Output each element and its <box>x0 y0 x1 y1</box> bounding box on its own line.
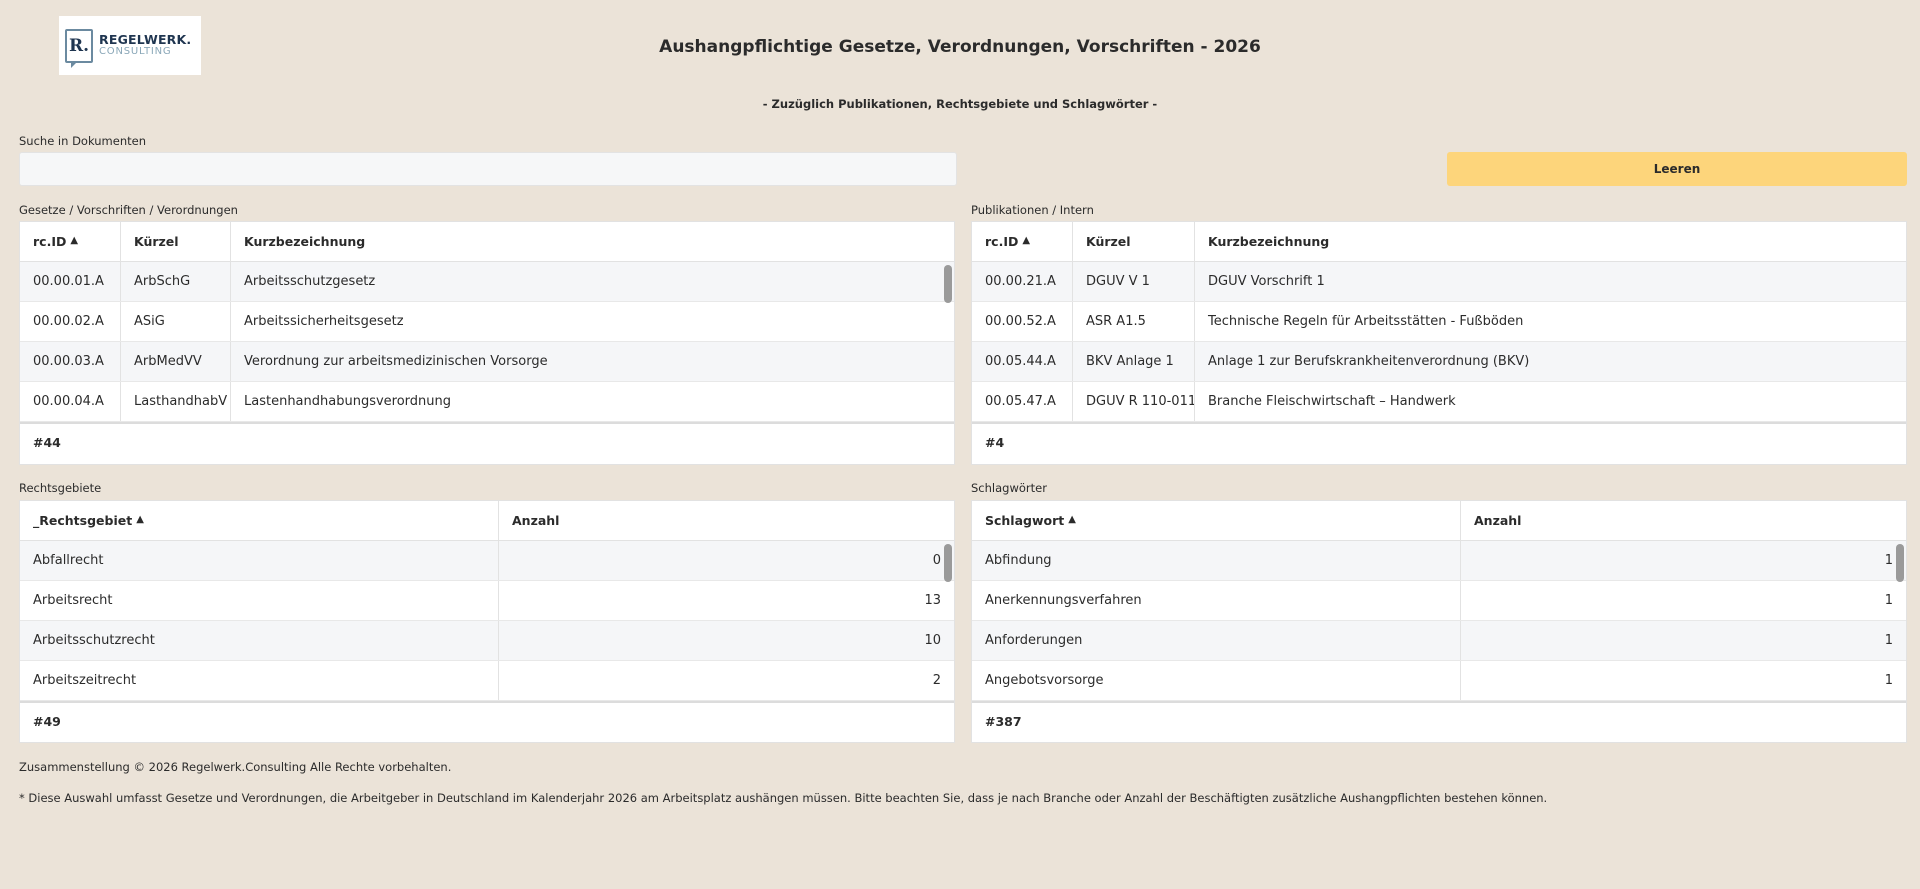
publications-col-name[interactable]: Kurzbezeichnung <box>1195 222 1906 261</box>
areas-header-row: _Rechtsgebiet ▲ Anzahl <box>20 501 954 541</box>
cell-short: ArbSchG <box>121 262 231 301</box>
cell-short: ASR A1.5 <box>1073 302 1195 341</box>
table-row[interactable]: 00.00.04.A LasthandhabV Lastenhandhabung… <box>20 382 954 422</box>
cell-name: Anlage 1 zur Berufskrankheitenverordnung… <box>1208 354 1530 369</box>
keywords-label: Schlagwörter <box>971 481 1047 495</box>
laws-grid: rc.ID ▲ Kürzel Kurzbezeichnung 00.00.01.A… <box>19 221 955 465</box>
cell-short: DGUV V 1 <box>1073 262 1195 301</box>
sort-ascending-icon: ▲ <box>1022 235 1031 246</box>
cell-keyword: Anerkennungsverfahren <box>972 581 1461 620</box>
areas-count: #49 <box>20 701 954 740</box>
page-subtitle: - Zuzüglich Publikationen, Rechtsgebiete… <box>762 97 1158 111</box>
areas-scrollbar[interactable] <box>944 544 952 582</box>
cell-area: Arbeitsschutzrecht <box>20 621 499 660</box>
laws-header-row: rc.ID ▲ Kürzel Kurzbezeichnung <box>20 222 954 262</box>
cell-id: 00.00.04.A <box>20 382 121 421</box>
cell-short: BKV Anlage 1 <box>1073 342 1195 381</box>
cell-name: Technische Regeln für Arbeitsstätten - F… <box>1208 314 1524 329</box>
table-row[interactable]: Anerkennungsverfahren 1 <box>972 581 1906 621</box>
table-row[interactable]: 00.00.52.A ASR A1.5 Technische Regeln fü… <box>972 302 1906 342</box>
cell-name: Verordnung zur arbeitsmedizinischen Vors… <box>244 354 548 369</box>
publications-label: Publikationen / Intern <box>971 203 1094 217</box>
laws-label: Gesetze / Vorschriften / Verordnungen <box>19 203 238 217</box>
areas-grid: _Rechtsgebiet ▲ Anzahl Abfallrecht 0 Arbe… <box>19 500 955 743</box>
laws-count: #44 <box>20 422 954 461</box>
cell-count: 13 <box>924 593 941 608</box>
laws-col-id[interactable]: rc.ID ▲ <box>20 222 121 261</box>
publications-col-short[interactable]: Kürzel <box>1073 222 1195 261</box>
table-row[interactable]: Arbeitsrecht 13 <box>20 581 954 621</box>
cell-id: 00.00.21.A <box>972 262 1073 301</box>
table-row[interactable]: 00.00.02.A ASiG Arbeitssicherheitsgesetz <box>20 302 954 342</box>
cell-name: DGUV Vorschrift 1 <box>1208 274 1325 289</box>
keywords-header-row: Schlagwort ▲ Anzahl <box>972 501 1906 541</box>
keywords-count: #387 <box>972 701 1906 740</box>
cell-area: Abfallrecht <box>20 541 499 580</box>
cell-keyword: Angebotsvorsorge <box>972 661 1461 700</box>
cell-id: 00.00.52.A <box>972 302 1073 341</box>
publications-grid: rc.ID ▲ Kürzel Kurzbezeichnung 00.00.21.A… <box>971 221 1907 465</box>
cell-short: DGUV R 110-011 <box>1073 382 1195 421</box>
areas-label: Rechtsgebiete <box>19 481 102 495</box>
keywords-scrollbar[interactable] <box>1896 544 1904 582</box>
keywords-col-count[interactable]: Anzahl <box>1461 501 1906 540</box>
table-row[interactable]: Anforderungen 1 <box>972 621 1906 661</box>
table-row[interactable]: 00.05.47.A DGUV R 110-011 Branche Fleisc… <box>972 382 1906 422</box>
cell-short: ArbMedVV <box>121 342 231 381</box>
cell-keyword: Anforderungen <box>972 621 1461 660</box>
publications-header-row: rc.ID ▲ Kürzel Kurzbezeichnung <box>972 222 1906 262</box>
cell-name: Lastenhandhabungsverordnung <box>244 394 452 409</box>
sort-ascending-icon: ▲ <box>1068 514 1076 525</box>
cell-short: LasthandhabV <box>121 382 231 421</box>
laws-scrollbar[interactable] <box>944 265 952 303</box>
cell-area: Arbeitsrecht <box>20 581 499 620</box>
cell-name: Arbeitssicherheitsgesetz <box>244 314 404 329</box>
cell-id: 00.00.01.A <box>20 262 121 301</box>
table-row[interactable]: 00.05.44.A BKV Anlage 1 Anlage 1 zur Ber… <box>972 342 1906 382</box>
areas-col-area[interactable]: _Rechtsgebiet ▲ <box>20 501 499 540</box>
sort-ascending-icon: ▲ <box>136 514 144 525</box>
table-row[interactable]: 00.00.01.A ArbSchG Arbeitsschutzgesetz <box>20 262 954 302</box>
laws-col-short[interactable]: Kürzel <box>121 222 231 261</box>
table-row[interactable]: Arbeitszeitrecht 2 <box>20 661 954 701</box>
cell-count: 1 <box>1884 673 1893 688</box>
cell-count: 1 <box>1884 593 1893 608</box>
table-row[interactable]: Abfallrecht 0 <box>20 541 954 581</box>
table-row[interactable]: 00.00.21.A DGUV V 1 DGUV Vorschrift 1 <box>972 262 1906 302</box>
cell-short: ASiG <box>121 302 231 341</box>
keywords-grid: Schlagwort ▲ Anzahl Abfindung 1 Anerkennu… <box>971 500 1907 743</box>
cell-id: 00.00.03.A <box>20 342 121 381</box>
cell-count: 1 <box>1884 633 1893 648</box>
copyright-text: Zusammenstellung © 2026 Regelwerk.Consul… <box>19 760 452 774</box>
keywords-col-keyword[interactable]: Schlagwort ▲ <box>972 501 1461 540</box>
footnote-text: * Diese Auswahl umfasst Gesetze und Vero… <box>19 791 1548 805</box>
table-row[interactable]: Angebotsvorsorge 1 <box>972 661 1906 701</box>
search-label: Suche in Dokumenten <box>19 134 146 148</box>
cell-count: 10 <box>924 633 941 648</box>
page-title: Aushangpflichtige Gesetze, Verordnungen,… <box>659 37 1261 57</box>
cell-name: Arbeitsschutzgesetz <box>244 274 376 289</box>
table-row[interactable]: 00.00.03.A ArbMedVV Verordnung zur arbei… <box>20 342 954 382</box>
clear-button[interactable]: Leeren <box>1447 152 1907 186</box>
sort-ascending-icon: ▲ <box>70 235 79 246</box>
cell-id: 00.05.44.A <box>972 342 1073 381</box>
search-input[interactable] <box>19 152 957 186</box>
table-row[interactable]: Abfindung 1 <box>972 541 1906 581</box>
table-row[interactable]: Arbeitsschutzrecht 10 <box>20 621 954 661</box>
cell-keyword: Abfindung <box>972 541 1461 580</box>
laws-col-name[interactable]: Kurzbezeichnung <box>231 222 954 261</box>
publications-col-id[interactable]: rc.ID ▲ <box>972 222 1073 261</box>
cell-count: 0 <box>932 553 941 568</box>
publications-count: #4 <box>972 422 1906 461</box>
cell-id: 00.05.47.A <box>972 382 1073 421</box>
cell-count: 1 <box>1884 553 1893 568</box>
areas-col-count[interactable]: Anzahl <box>499 501 954 540</box>
cell-name: Branche Fleischwirtschaft – Handwerk <box>1208 394 1456 409</box>
cell-count: 2 <box>932 673 941 688</box>
cell-area: Arbeitszeitrecht <box>20 661 499 700</box>
cell-id: 00.00.02.A <box>20 302 121 341</box>
